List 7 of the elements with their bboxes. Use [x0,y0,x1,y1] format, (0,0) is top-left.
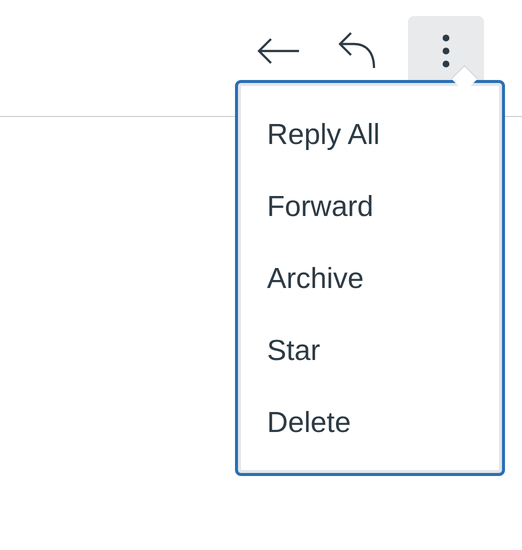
menu-item[interactable]: Forward [238,171,502,243]
vertical-dots-icon [441,33,451,69]
menu-item[interactable]: Reply All [238,99,502,171]
menu-item[interactable]: Archive [238,243,502,315]
menu-item[interactable]: Star [238,315,502,387]
back-arrow-icon [255,36,301,66]
menu-item[interactable]: Delete [238,387,502,459]
